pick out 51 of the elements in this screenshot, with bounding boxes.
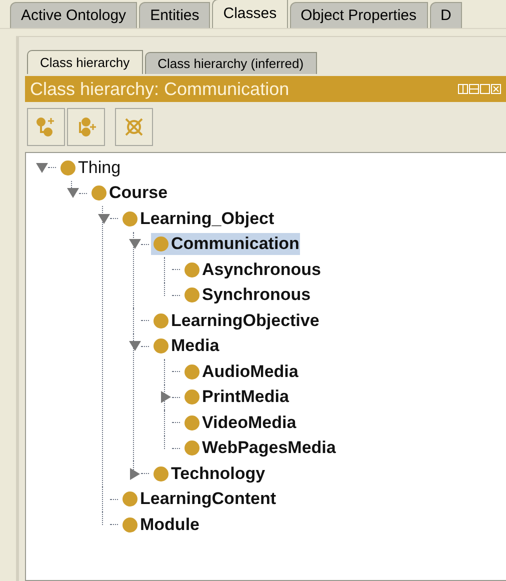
maximize-icon[interactable]: [480, 84, 490, 94]
tree-toggle-icon[interactable]: [160, 391, 172, 404]
class-icon: [153, 466, 169, 482]
class-node[interactable]: Synchronous: [182, 284, 312, 306]
class-node[interactable]: PrintMedia: [182, 386, 290, 408]
class-node[interactable]: Technology: [151, 462, 266, 485]
class-node[interactable]: VideoMedia: [182, 412, 298, 434]
class-icon: [184, 287, 200, 304]
class-node[interactable]: LearningObjective: [151, 310, 320, 332]
class-icon: [184, 262, 200, 278]
add-subclass-icon: [35, 116, 57, 138]
class-icon: [184, 440, 200, 456]
tab[interactable]: Class hierarchy (inferred): [144, 52, 317, 74]
tree-toggle-icon[interactable]: [67, 187, 79, 200]
class-icon: [184, 364, 200, 380]
tree-toggle-icon[interactable]: [36, 162, 48, 174]
tab[interactable]: D: [430, 2, 462, 28]
class-icon: [184, 414, 200, 431]
class-icon: [153, 236, 169, 252]
class-node[interactable]: LearningContent: [120, 488, 277, 510]
class-icon: [122, 491, 138, 508]
class-node[interactable]: Learning_Object: [120, 208, 276, 230]
class-node[interactable]: Module: [120, 514, 200, 536]
class-icon: [122, 210, 138, 227]
close-icon[interactable]: [491, 84, 501, 94]
tree-toggle-icon[interactable]: [129, 468, 141, 480]
class-icon: [60, 160, 76, 176]
class-node[interactable]: Thing: [58, 156, 122, 179]
view-title: Class hierarchy: Communication: [30, 78, 290, 101]
class-node[interactable]: Course: [89, 182, 169, 204]
tree-toggle-icon[interactable]: [129, 340, 141, 352]
class-node[interactable]: WebPagesMedia: [182, 437, 337, 460]
class-node[interactable]: Communication: [151, 233, 300, 256]
tab[interactable]: Active Ontology: [10, 2, 138, 28]
tree-toggle-icon[interactable]: [129, 238, 141, 250]
class-node[interactable]: Asynchronous: [182, 258, 322, 281]
split-horizontal-icon[interactable]: [469, 84, 479, 94]
class-icon: [91, 185, 107, 202]
tree-toggle-icon[interactable]: [98, 212, 110, 225]
delete-class-icon: [123, 116, 145, 138]
class-node[interactable]: AudioMedia: [182, 360, 300, 383]
class-icon: [153, 312, 169, 329]
tab[interactable]: Object Properties: [290, 2, 428, 28]
class-node[interactable]: Media: [151, 335, 220, 358]
tab[interactable]: Classes: [212, 0, 288, 28]
tab[interactable]: Class hierarchy: [27, 50, 143, 74]
tab[interactable]: Entities: [139, 2, 210, 28]
split-vertical-icon[interactable]: [458, 84, 468, 94]
class-icon: [153, 338, 169, 354]
class-icon: [122, 516, 138, 533]
class-icon: [184, 389, 200, 406]
